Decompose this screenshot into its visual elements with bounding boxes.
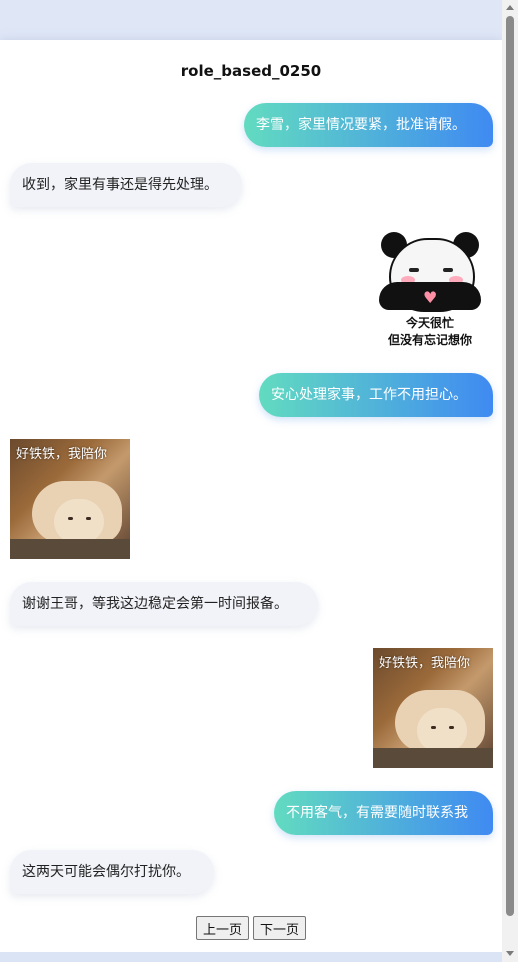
- page-title: role_based_0250: [180, 62, 322, 80]
- message-bubble-outgoing: 李雪，家里情况要紧，批准请假。: [244, 103, 493, 147]
- eye-icon: [409, 268, 419, 272]
- message-text: 这两天可能会偶尔打扰你。: [22, 864, 190, 880]
- prev-page-button[interactable]: 上一页: [195, 916, 249, 940]
- shiba-dog-sticker[interactable]: 好铁铁，我陪你: [373, 648, 493, 768]
- message-text: 不用客气，有需要随时联系我: [286, 805, 468, 821]
- eye-icon: [86, 517, 91, 520]
- eye-icon: [68, 517, 73, 520]
- eye-icon: [431, 726, 436, 729]
- pagination: 上一页 下一页: [0, 916, 502, 940]
- app-viewport: role_based_0250 李雪，家里情况要紧，批准请假。 收到，家里有事还…: [0, 0, 518, 962]
- message-text: 李雪，家里情况要紧，批准请假。: [256, 117, 466, 133]
- scroll-down-icon[interactable]: [506, 951, 514, 956]
- sticker-caption: 好铁铁，我陪你: [16, 447, 108, 462]
- sticker-caption-line2: 但没有忘记想你: [387, 333, 472, 347]
- message-bubble-incoming: 谢谢王哥，等我这边稳定会第一时间报备。: [10, 582, 318, 626]
- sticker-caption: 好铁铁，我陪你: [379, 656, 471, 671]
- scrollbar-thumb[interactable]: [506, 16, 514, 916]
- message-text: 收到，家里有事还是得先处理。: [22, 177, 218, 193]
- dog-head-icon: [54, 499, 104, 543]
- eye-icon: [449, 726, 454, 729]
- message-bubble-incoming: 收到，家里有事还是得先处理。: [10, 163, 242, 207]
- heart-icon: ♥: [423, 288, 438, 307]
- floor-shape: [373, 748, 493, 768]
- shiba-dog-sticker[interactable]: 好铁铁，我陪你: [10, 439, 130, 559]
- vertical-scrollbar[interactable]: [502, 0, 518, 962]
- message-text: 安心处理家事，工作不用担心。: [271, 387, 467, 403]
- floor-shape: [10, 539, 130, 559]
- message-text: 谢谢王哥，等我这边稳定会第一时间报备。: [22, 596, 288, 612]
- eye-icon: [443, 268, 453, 272]
- scroll-up-icon[interactable]: [506, 5, 514, 10]
- dog-head-icon: [417, 708, 467, 752]
- next-page-button[interactable]: 下一页: [253, 916, 307, 940]
- panda-heart-sticker[interactable]: ♥ 今天很忙 但没有忘记想你: [375, 230, 485, 350]
- message-bubble-incoming: 这两天可能会偶尔打扰你。: [10, 850, 214, 894]
- sticker-caption-line1: 今天很忙: [405, 316, 454, 330]
- bottom-band: [0, 952, 502, 962]
- message-bubble-outgoing: 安心处理家事，工作不用担心。: [259, 373, 493, 417]
- message-bubble-outgoing: 不用客气，有需要随时联系我: [274, 791, 493, 835]
